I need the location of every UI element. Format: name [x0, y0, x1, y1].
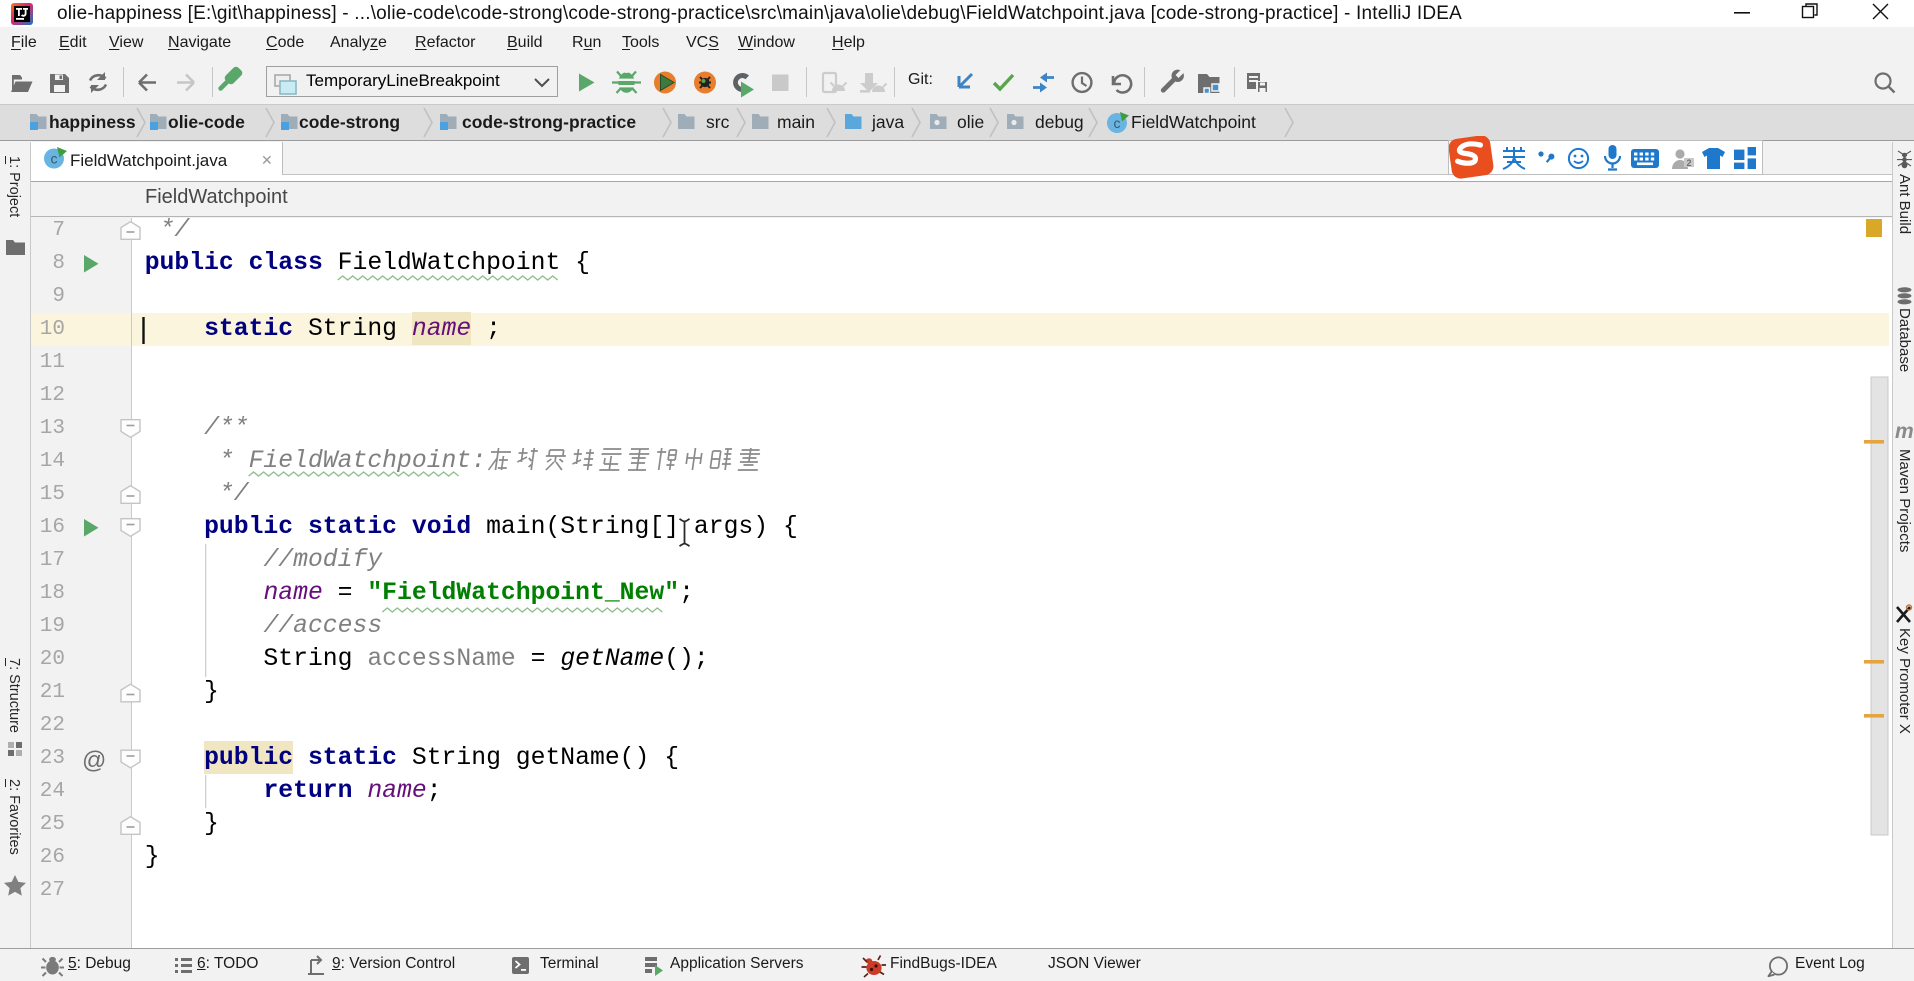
- svg-text:2: 2: [1686, 158, 1691, 168]
- svg-text:c: c: [51, 151, 58, 167]
- svg-text:c: c: [1114, 115, 1121, 131]
